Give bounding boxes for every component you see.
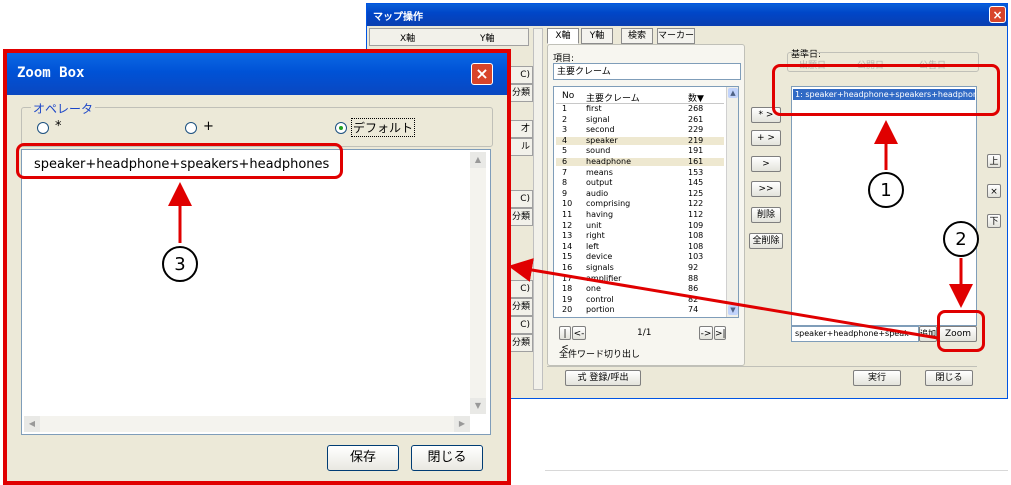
- annotation-arrows: [168, 120, 973, 340]
- background-divider: [545, 470, 1008, 471]
- arrow-zoom-link: [508, 258, 939, 340]
- callout-1: 1: [868, 172, 904, 208]
- callout-2: 2: [943, 221, 979, 257]
- callout-3: 3: [162, 246, 198, 282]
